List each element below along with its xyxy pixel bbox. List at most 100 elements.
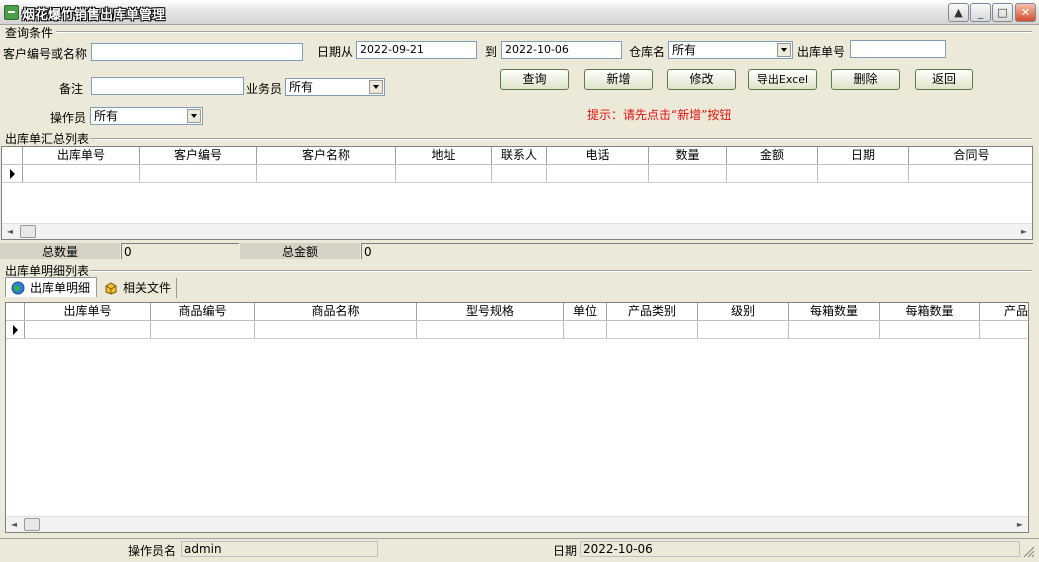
table-row[interactable] xyxy=(6,321,1028,339)
summary-col-header[interactable]: 联系人 xyxy=(492,147,547,164)
query-group-label: 查询条件 xyxy=(5,26,54,40)
remark-label: 备注 xyxy=(59,82,84,96)
summary-horizontal-scrollbar[interactable]: ◄ ► xyxy=(2,223,1032,239)
summary-grid[interactable]: 出库单号 客户编号 客户名称 地址 联系人 电话 数量 金额 日期 合同号 ◄ … xyxy=(1,146,1033,240)
detail-col-header[interactable]: 商品名称 xyxy=(255,303,417,320)
tab-label: 出库单明细 xyxy=(30,281,91,295)
maximize-button[interactable]: □ xyxy=(992,3,1013,22)
detail-col-header[interactable]: 每箱数量 xyxy=(789,303,880,320)
remark-input[interactable] xyxy=(91,77,244,95)
globe-icon xyxy=(11,281,25,295)
scroll-thumb[interactable] xyxy=(20,225,36,238)
operator-label: 操作员 xyxy=(50,111,87,125)
detail-col-header[interactable]: 型号规格 xyxy=(417,303,564,320)
total-amount-value: 0 xyxy=(361,243,1033,259)
minimize-button[interactable]: _ xyxy=(970,3,991,22)
date-from-input[interactable]: 2022-09-21 xyxy=(356,41,477,59)
table-cell[interactable] xyxy=(417,321,564,338)
status-date-value: 2022-10-06 xyxy=(580,541,1020,557)
scroll-right-icon[interactable]: ► xyxy=(1016,224,1032,239)
edit-button[interactable]: 修改 xyxy=(667,69,736,90)
title-bar[interactable]: 烟花爆竹销售出库单管理 ▲ _ □ ✕ xyxy=(0,0,1039,25)
scroll-left-icon[interactable]: ◄ xyxy=(6,517,22,532)
table-cell[interactable] xyxy=(649,165,727,182)
tab-related-files[interactable]: 相关文件 xyxy=(99,278,177,298)
summary-group-rule xyxy=(90,138,1032,140)
summary-col-header[interactable]: 日期 xyxy=(818,147,909,164)
salesman-label: 业务员 xyxy=(246,82,283,96)
summary-corner-header xyxy=(2,147,23,164)
box-icon xyxy=(105,282,117,295)
scroll-left-icon[interactable]: ◄ xyxy=(2,224,18,239)
table-cell[interactable] xyxy=(698,321,789,338)
table-cell[interactable] xyxy=(564,321,607,338)
tab-label: 相关文件 xyxy=(123,281,172,295)
chevron-down-icon[interactable] xyxy=(187,109,201,123)
detail-col-header[interactable]: 商品编号 xyxy=(151,303,255,320)
chevron-down-icon[interactable] xyxy=(777,43,791,57)
query-group-rule xyxy=(56,31,1032,33)
table-cell[interactable] xyxy=(880,321,980,338)
status-operator-label: 操作员名 xyxy=(128,544,177,558)
summary-col-header[interactable]: 合同号 xyxy=(909,147,1032,164)
summary-col-header[interactable]: 出库单号 xyxy=(23,147,140,164)
resize-grip-icon[interactable] xyxy=(1021,544,1035,558)
table-cell[interactable] xyxy=(25,321,151,338)
summary-col-header[interactable]: 电话 xyxy=(547,147,649,164)
delete-button[interactable]: 删除 xyxy=(831,69,900,90)
table-cell[interactable] xyxy=(789,321,880,338)
search-button[interactable]: 查询 xyxy=(500,69,569,90)
table-cell[interactable] xyxy=(23,165,140,182)
table-cell[interactable] xyxy=(727,165,818,182)
table-cell[interactable] xyxy=(980,321,1028,338)
chevron-down-icon[interactable] xyxy=(369,80,383,94)
help-button[interactable]: ▲ xyxy=(948,3,969,22)
detail-col-header[interactable]: 级别 xyxy=(698,303,789,320)
table-cell[interactable] xyxy=(909,165,1032,182)
status-date-label: 日期 xyxy=(553,544,578,558)
customer-label: 客户编号或名称 xyxy=(3,47,88,61)
summary-col-header[interactable]: 数量 xyxy=(649,147,727,164)
detail-horizontal-scrollbar[interactable]: ◄ ► xyxy=(6,516,1028,532)
table-cell[interactable] xyxy=(492,165,547,182)
table-cell[interactable] xyxy=(255,321,417,338)
table-cell[interactable] xyxy=(547,165,649,182)
detail-col-header[interactable]: 产品类别 xyxy=(607,303,698,320)
table-cell[interactable] xyxy=(607,321,698,338)
detail-grid[interactable]: 出库单号 商品编号 商品名称 型号规格 单位 产品类别 级别 每箱数量 每箱数量… xyxy=(5,302,1029,533)
detail-col-header[interactable]: 产品 xyxy=(980,303,1028,320)
operator-value: 所有 xyxy=(94,109,119,123)
summary-col-header[interactable]: 地址 xyxy=(396,147,492,164)
detail-group-rule xyxy=(90,270,1032,272)
close-button[interactable]: ✕ xyxy=(1015,3,1036,22)
add-button[interactable]: 新增 xyxy=(584,69,653,90)
table-row[interactable] xyxy=(2,165,1032,183)
table-cell[interactable] xyxy=(396,165,492,182)
table-cell[interactable] xyxy=(151,321,255,338)
tab-out-detail[interactable]: 出库单明细 xyxy=(5,277,97,297)
status-bar-divider xyxy=(0,538,1039,539)
detail-col-header[interactable]: 出库单号 xyxy=(25,303,151,320)
salesman-select[interactable]: 所有 xyxy=(285,78,385,96)
customer-input[interactable] xyxy=(91,43,303,61)
warehouse-label: 仓库名 xyxy=(629,45,666,59)
detail-col-header[interactable]: 每箱数量 xyxy=(880,303,980,320)
table-cell[interactable] xyxy=(818,165,909,182)
scroll-right-icon[interactable]: ► xyxy=(1012,517,1028,532)
row-indicator-icon xyxy=(6,321,25,338)
out-no-input[interactable] xyxy=(850,40,946,58)
export-excel-button[interactable]: 导出Excel xyxy=(748,69,817,90)
date-to-input[interactable]: 2022-10-06 xyxy=(501,41,622,59)
operator-select[interactable]: 所有 xyxy=(90,107,203,125)
summary-col-header[interactable]: 客户名称 xyxy=(257,147,396,164)
table-cell[interactable] xyxy=(140,165,257,182)
back-button[interactable]: 返回 xyxy=(915,69,973,90)
summary-col-header[interactable]: 客户编号 xyxy=(140,147,257,164)
summary-group-label: 出库单汇总列表 xyxy=(5,132,90,146)
scroll-thumb[interactable] xyxy=(24,518,40,531)
app-menu-icon[interactable] xyxy=(4,5,19,20)
table-cell[interactable] xyxy=(257,165,396,182)
summary-col-header[interactable]: 金额 xyxy=(727,147,818,164)
warehouse-select[interactable]: 所有 xyxy=(668,41,793,59)
detail-col-header[interactable]: 单位 xyxy=(564,303,607,320)
